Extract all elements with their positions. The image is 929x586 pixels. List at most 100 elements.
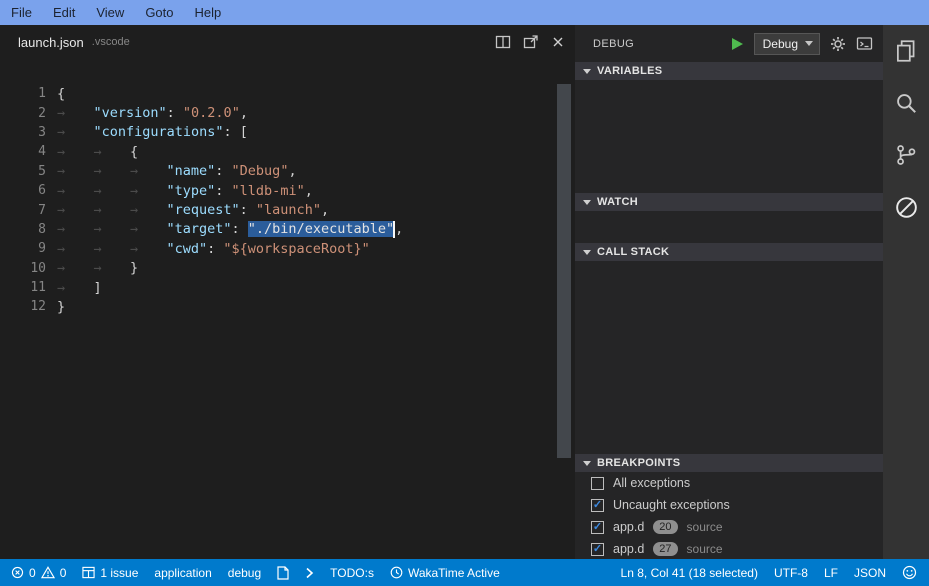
code-token: : (240, 202, 256, 218)
code-line[interactable]: 11→] (0, 278, 557, 297)
breakpoint-checkbox[interactable] (591, 477, 604, 490)
code-token: "Debug" (232, 163, 289, 179)
eol-indicator[interactable]: LF (816, 559, 846, 586)
watch-content[interactable] (575, 211, 883, 243)
debug-config-dropdown[interactable]: Debug (754, 33, 820, 55)
breakpoint-checkbox[interactable]: ✓ (591, 499, 604, 512)
code-token: "request" (167, 202, 240, 218)
breakpoint-checkbox[interactable]: ✓ (591, 521, 604, 534)
launch-config-debug[interactable]: debug (220, 559, 269, 586)
launch-config-application[interactable]: application (146, 559, 219, 586)
code-token: "${workspaceRoot}" (223, 241, 369, 257)
tab-whitespace-icon: → (57, 241, 94, 257)
menu-item-help[interactable]: Help (186, 5, 231, 20)
language-label: JSON (854, 566, 886, 580)
section-header-breakpoints[interactable]: BREAKPOINTS (575, 454, 883, 472)
breakpoint-detail: source (687, 542, 723, 556)
code-line[interactable]: 7→→→"request": "launch", (0, 200, 557, 219)
source-control-icon[interactable] (893, 142, 919, 168)
code-token: : [ (224, 124, 248, 140)
code-line[interactable]: 12} (0, 297, 557, 316)
breakpoint-count-badge: 20 (653, 520, 677, 534)
todos-button[interactable]: TODO:s (322, 559, 382, 586)
cursor-position-label: Ln 8, Col 41 (18 selected) (621, 566, 758, 580)
section-header-call-stack[interactable]: CALL STACK (575, 243, 883, 261)
error-icon (11, 566, 24, 579)
breakpoint-label: app.d (613, 520, 644, 534)
line-number: 2 (0, 106, 57, 121)
breakpoint-row[interactable]: ✓app.d20source (575, 516, 883, 538)
status-bar-left: 0 0 1 issue application debug TODO:s (0, 559, 508, 586)
code-token: "0.2.0" (183, 105, 240, 121)
code-line[interactable]: 9→→→"cwd": "${workspaceRoot}" (0, 239, 557, 258)
debug-console-icon[interactable] (856, 36, 873, 51)
wakatime-label: WakaTime Active (408, 566, 500, 580)
debug-icon[interactable] (893, 194, 920, 221)
file-icon-button[interactable] (269, 559, 297, 586)
tab-whitespace-icon: → (130, 241, 167, 257)
status-bar-right: Ln 8, Col 41 (18 selected) UTF-8 LF JSON (613, 559, 929, 586)
explorer-icon[interactable] (893, 38, 919, 64)
debug-controls: Debug (731, 33, 873, 55)
tab-whitespace-icon: → (57, 202, 94, 218)
breakpoint-checkbox[interactable]: ✓ (591, 543, 604, 556)
wakatime-status[interactable]: WakaTime Active (382, 559, 508, 586)
breakpoint-label: Uncaught exceptions (613, 498, 730, 512)
chevron-expanded-icon (583, 461, 591, 466)
section-header-variables[interactable]: VARIABLES (575, 62, 883, 80)
tab-filename[interactable]: launch.json (18, 35, 84, 50)
encoding-indicator[interactable]: UTF-8 (766, 559, 816, 586)
issues-count: 1 issue (100, 566, 138, 580)
cursor-position[interactable]: Ln 8, Col 41 (18 selected) (613, 559, 766, 586)
code-token: } (130, 260, 138, 276)
menu-item-goto[interactable]: Goto (136, 5, 182, 20)
debug-sidebar: DEBUG Debug (575, 25, 883, 559)
problems-indicator[interactable]: 0 0 (3, 559, 74, 586)
variables-content[interactable] (575, 80, 883, 193)
code-token: : (207, 241, 223, 257)
start-debug-icon[interactable] (731, 37, 744, 51)
close-icon[interactable] (551, 35, 565, 49)
breakpoint-row[interactable]: ✓app.d27source (575, 538, 883, 559)
search-icon[interactable] (893, 90, 919, 116)
debug-label: debug (228, 566, 261, 580)
section-header-watch[interactable]: WATCH (575, 193, 883, 211)
code-area[interactable]: 1{2→"version": "0.2.0",3→"configurations… (0, 84, 557, 559)
gear-icon[interactable] (830, 36, 846, 52)
code-line[interactable]: 6→→→"type": "lldb-mi", (0, 181, 557, 200)
split-editor-icon[interactable] (495, 34, 511, 50)
code-line[interactable]: 5→→→"name": "Debug", (0, 162, 557, 181)
call-stack-content[interactable] (575, 261, 883, 454)
line-number: 7 (0, 203, 57, 218)
issues-indicator[interactable]: 1 issue (74, 559, 146, 586)
breakpoint-row[interactable]: ✓ Uncaught exceptions (575, 494, 883, 516)
code-line[interactable]: 2→"version": "0.2.0", (0, 103, 557, 122)
breakpoint-row[interactable]: All exceptions (575, 472, 883, 494)
open-preview-icon[interactable] (523, 34, 539, 50)
application-label: application (154, 566, 211, 580)
code-line[interactable]: 4→→{ (0, 142, 557, 161)
line-number: 10 (0, 261, 57, 276)
feedback-smiley-button[interactable] (894, 559, 925, 586)
code-line[interactable]: 3→"configurations": [ (0, 123, 557, 142)
code-token: : (167, 105, 183, 121)
code-token: , (395, 221, 403, 237)
encoding-label: UTF-8 (774, 566, 808, 580)
todos-label: TODO:s (330, 566, 374, 580)
code-token: "type" (167, 183, 216, 199)
code-line[interactable]: 10→→} (0, 259, 557, 278)
code-token: "name" (167, 163, 216, 179)
code-token: "cwd" (167, 241, 208, 257)
editor-scrollbar[interactable] (557, 84, 571, 458)
editor-tab-bar: launch.json .vscode (0, 25, 575, 59)
menu-item-edit[interactable]: Edit (44, 5, 84, 20)
editor-region: launch.json .vscode 1{2→"version": "0.2.… (0, 25, 575, 559)
menu-item-file[interactable]: File (2, 5, 41, 20)
code-line[interactable]: 8→→→"target": "./bin/executable", (0, 220, 557, 239)
code-line[interactable]: 1{ (0, 84, 557, 103)
chevron-button[interactable] (297, 559, 322, 586)
menu-item-view[interactable]: View (87, 5, 133, 20)
activity-bar (883, 25, 929, 559)
language-mode[interactable]: JSON (846, 559, 894, 586)
menu-bar: FileEditViewGoto Help (0, 0, 929, 25)
